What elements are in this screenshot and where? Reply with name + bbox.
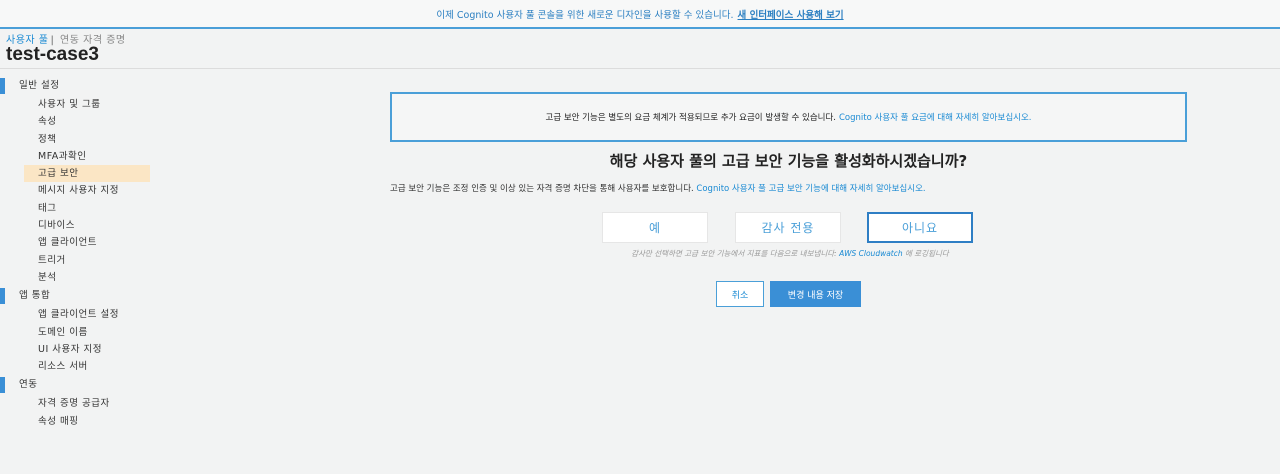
sidebar-item-triggers[interactable]: 트리거 — [0, 252, 160, 269]
audit-hint: 감사만 선택하면 고급 보안 기능에서 지표를 다음으로 내보냅니다: AWS … — [590, 248, 990, 259]
audit-hint-text: 감사만 선택하면 고급 보안 기능에서 지표를 다음으로 내보냅니다: — [631, 249, 837, 258]
sidebar-item-mfa[interactable]: MFA과확인 — [0, 148, 160, 165]
new-console-banner: 이제 Cognito 사용자 풀 콘솔을 위한 새로운 디자인을 사용할 수 있… — [0, 0, 1280, 29]
pricing-link[interactable]: Cognito 사용자 풀 요금에 대해 자세히 알아보십시오. — [839, 111, 1032, 123]
enable-security-question: 해당 사용자 풀의 고급 보안 기능을 활성화하시겠습니까? — [609, 152, 968, 170]
sidebar-item-domain-name[interactable]: 도메인 이름 — [0, 324, 160, 341]
choice-no-button[interactable]: 아니요 — [867, 212, 973, 243]
pricing-notice-text: 고급 보안 기능은 별도의 요금 체계가 적용되므로 추가 요금이 발생할 수 … — [545, 113, 837, 123]
sidebar-item-ui-customization[interactable]: UI 사용자 지정 — [0, 341, 160, 358]
sidebar-section-general: 일반 설정 — [0, 76, 160, 96]
cloudwatch-link[interactable]: AWS Cloudwatch — [839, 249, 903, 258]
sidebar-section-app-integration: 앱 통합 — [0, 286, 160, 306]
sidebar-item-advanced-security[interactable]: 고급 보안 — [24, 165, 150, 183]
security-learn-more-link[interactable]: Cognito 사용자 풀 고급 보안 기능에 대해 자세히 알아보십시오. — [696, 184, 925, 194]
sidebar-item-analytics[interactable]: 분석 — [0, 269, 160, 286]
title-divider — [0, 68, 1280, 69]
choice-audit-only-button[interactable]: 감사 전용 — [735, 212, 841, 243]
sidebar-item-users-groups[interactable]: 사용자 및 그룹 — [0, 96, 160, 113]
sidebar-item-tags[interactable]: 태그 — [0, 200, 160, 217]
security-description-text: 고급 보안 기능은 조정 인증 및 이상 있는 자격 증명 차단을 통해 사용자… — [390, 184, 694, 194]
sidebar-item-app-clients[interactable]: 앱 클라이언트 — [0, 234, 160, 251]
sidebar-item-resource-servers[interactable]: 리소스 서버 — [0, 358, 160, 375]
choice-yes-button[interactable]: 예 — [602, 212, 708, 243]
cancel-button[interactable]: 취소 — [716, 281, 764, 307]
try-new-interface-link[interactable]: 새 인터페이스 사용해 보기 — [738, 7, 844, 21]
page-title: test-case3 — [6, 44, 99, 65]
security-description: 고급 보안 기능은 조정 인증 및 이상 있는 자격 증명 차단을 통해 사용자… — [390, 182, 926, 194]
save-changes-button[interactable]: 변경 내용 저장 — [770, 281, 861, 307]
sidebar-item-identity-providers[interactable]: 자격 증명 공급자 — [0, 395, 160, 412]
sidebar-item-attributes[interactable]: 속성 — [0, 113, 160, 130]
sidebar-item-devices[interactable]: 디바이스 — [0, 217, 160, 234]
pricing-notice: 고급 보안 기능은 별도의 요금 체계가 적용되므로 추가 요금이 발생할 수 … — [390, 92, 1187, 142]
sidebar-item-message-customization[interactable]: 메시지 사용자 지정 — [0, 182, 160, 199]
sidebar-item-attribute-mapping[interactable]: 속성 매핑 — [0, 413, 160, 430]
sidebar-section-federation: 연동 — [0, 375, 160, 395]
banner-text: 이제 Cognito 사용자 풀 콘솔을 위한 새로운 디자인을 사용할 수 있… — [436, 9, 734, 21]
audit-hint-suffix: 에 로깅됩니다 — [905, 249, 949, 258]
sidebar-item-app-client-settings[interactable]: 앱 클라이언트 설정 — [0, 306, 160, 323]
sidebar-item-policies[interactable]: 정책 — [0, 131, 160, 148]
sidebar: 일반 설정 사용자 및 그룹 속성 정책 MFA과확인 고급 보안 메시지 사용… — [0, 76, 160, 430]
